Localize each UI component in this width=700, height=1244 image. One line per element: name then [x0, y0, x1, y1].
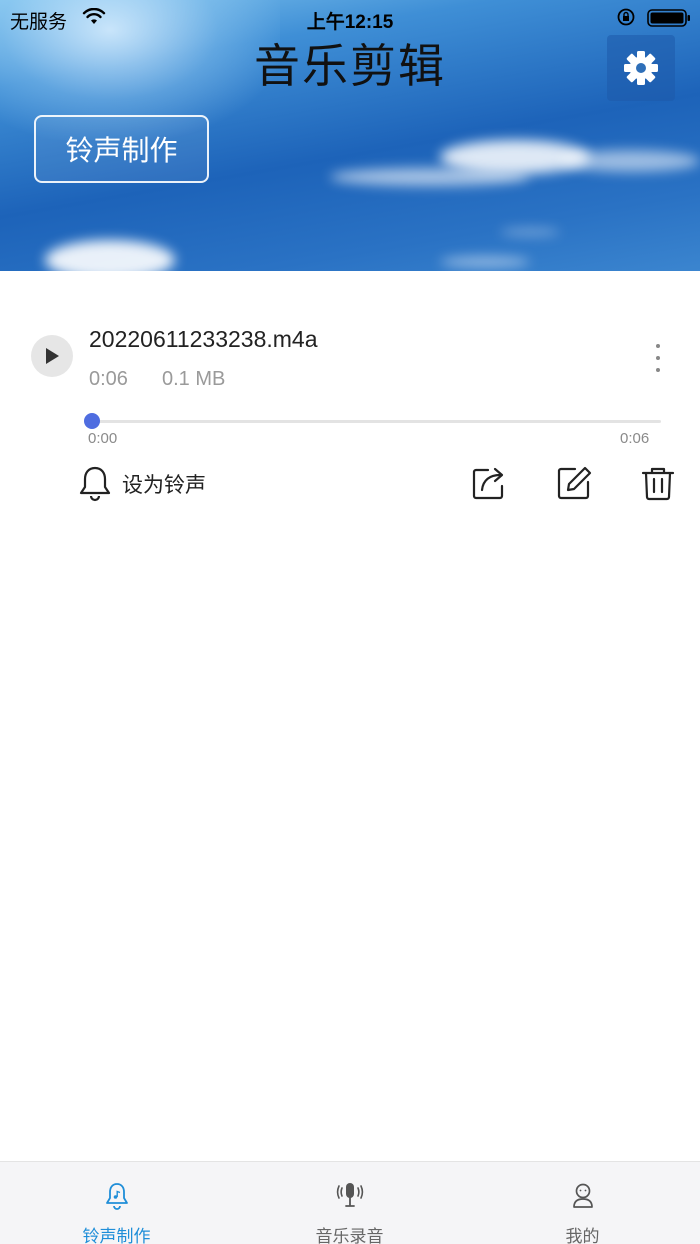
settings-button[interactable]	[607, 35, 675, 101]
play-button[interactable]	[31, 335, 73, 377]
microphone-icon	[336, 1183, 363, 1207]
dot	[656, 344, 660, 348]
tab-ringtone-maker[interactable]: 铃声制作	[0, 1162, 233, 1244]
user-icon	[572, 1183, 593, 1208]
bell-music-icon	[105, 1183, 128, 1210]
battery-icon	[647, 9, 690, 27]
cloud	[440, 256, 530, 268]
cloud	[500, 228, 560, 236]
rotation-lock-icon	[617, 8, 635, 26]
cloud	[560, 150, 700, 172]
ringtone-maker-button[interactable]: 铃声制作	[34, 115, 209, 183]
more-options-button[interactable]	[646, 340, 670, 376]
tab-music-recording[interactable]: 音乐录音	[233, 1162, 466, 1244]
edit-icon	[557, 466, 592, 500]
gear-icon	[624, 51, 658, 85]
cloud	[45, 240, 175, 271]
play-icon	[46, 348, 59, 364]
tab-mine[interactable]: 我的	[466, 1162, 699, 1244]
edit-button[interactable]	[555, 464, 593, 502]
time-end: 0:06	[620, 430, 650, 447]
share-icon	[472, 467, 504, 500]
tab-bar: 铃声制作 音乐录音 我的	[0, 1161, 700, 1244]
set-ringtone-label: 设为铃声	[122, 473, 206, 497]
progress-slider[interactable]	[91, 420, 661, 423]
share-button[interactable]	[470, 464, 508, 502]
file-name: 20220611233238.m4a	[89, 326, 318, 352]
dot	[656, 368, 660, 372]
time-start: 0:00	[88, 430, 118, 447]
dot	[656, 356, 660, 360]
set-ringtone-button[interactable]: 设为铃声	[78, 464, 206, 504]
delete-button[interactable]	[639, 464, 677, 502]
file-duration: 0:06	[89, 368, 128, 390]
bell-icon	[79, 466, 111, 502]
trash-icon	[641, 467, 675, 501]
tab-label: 我的	[565, 1227, 600, 1244]
progress-thumb[interactable]	[84, 413, 100, 429]
cloud	[330, 168, 530, 186]
file-size: 0.1 MB	[162, 368, 226, 390]
tab-label: 音乐录音	[315, 1227, 384, 1244]
page-title: 音乐剪辑	[254, 39, 446, 93]
header-banner: 无服务 上午12:15 音乐剪辑 铃声制作	[0, 0, 700, 271]
tab-label: 铃声制作	[82, 1227, 151, 1244]
